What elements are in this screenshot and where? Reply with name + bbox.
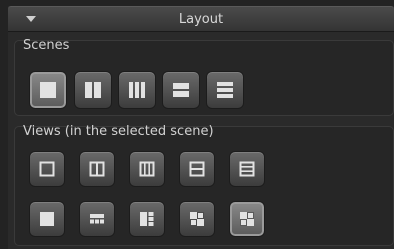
view-single-icon (39, 161, 55, 177)
scenes-label: Scenes (23, 38, 70, 53)
layout-three-columns-icon (129, 82, 145, 98)
view-quad-split-icon (190, 212, 204, 226)
view-three-columns-icon (139, 161, 155, 177)
layout-three-rows-icon (217, 82, 233, 98)
scene-layout-three-rows-button[interactable] (206, 71, 244, 109)
view-single-button[interactable] (29, 151, 65, 187)
view-quad-icon (240, 212, 254, 226)
scene-layout-two-rows-button[interactable] (162, 71, 200, 109)
scene-layout-single-button[interactable] (29, 71, 67, 109)
view-two-rows-icon (189, 161, 205, 177)
view-quad-button[interactable] (229, 201, 265, 237)
views-group: Views (in the selected scene) (14, 124, 394, 246)
layout-panel-header[interactable]: Layout (8, 6, 394, 32)
view-three-rows-icon (239, 161, 255, 177)
view-top-strip-icon (90, 214, 104, 224)
layout-two-rows-icon (173, 83, 189, 97)
view-large-single-button[interactable] (29, 201, 65, 237)
layout-panel: Layout Scenes Views (in the selected sce… (8, 6, 394, 249)
view-two-columns-icon (89, 161, 105, 177)
scene-layout-three-columns-button[interactable] (118, 71, 156, 109)
view-quad-split-button[interactable] (179, 201, 215, 237)
scene-layout-two-columns-button[interactable] (74, 71, 112, 109)
panel-title: Layout (178, 12, 224, 27)
view-side-strip-button[interactable] (129, 201, 165, 237)
view-large-single-icon (40, 212, 54, 226)
view-top-strip-button[interactable] (79, 201, 115, 237)
view-two-columns-button[interactable] (79, 151, 115, 187)
view-side-strip-icon (140, 212, 154, 226)
view-three-columns-button[interactable] (129, 151, 165, 187)
view-two-rows-button[interactable] (179, 151, 215, 187)
scenes-group: Scenes (14, 38, 394, 116)
views-label: Views (in the selected scene) (23, 124, 214, 139)
layout-two-columns-icon (85, 82, 101, 98)
layout-single-icon (40, 82, 56, 98)
view-three-rows-button[interactable] (229, 151, 265, 187)
